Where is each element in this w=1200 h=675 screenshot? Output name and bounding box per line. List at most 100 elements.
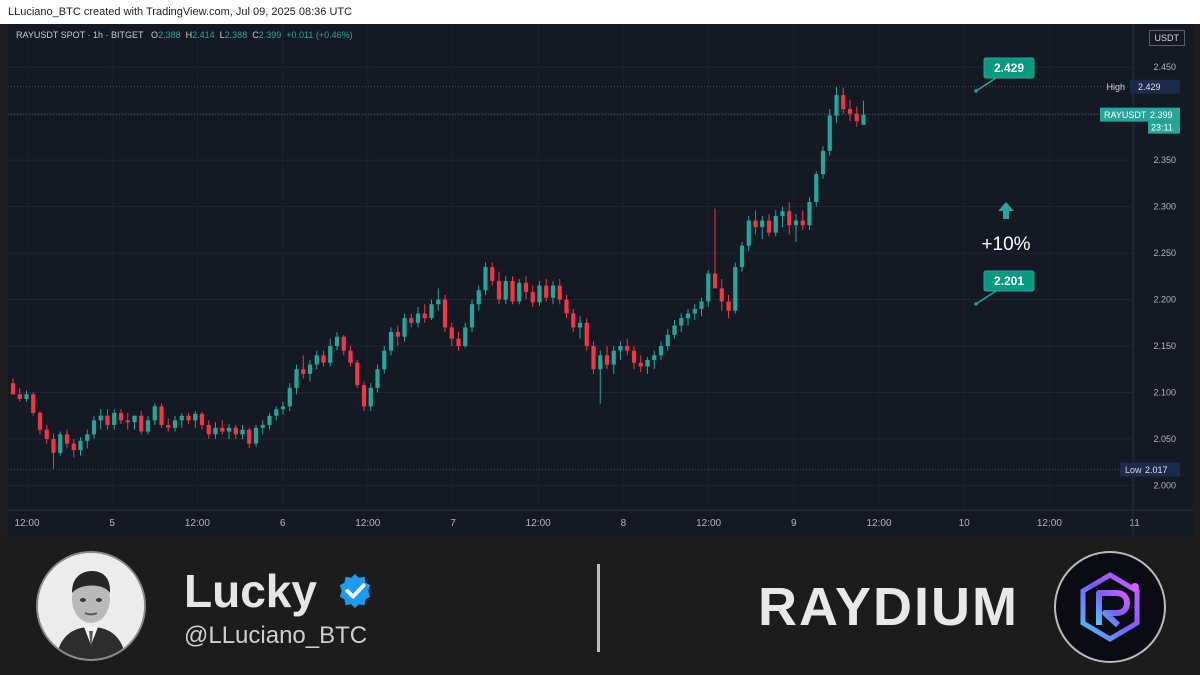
footer-banner: Lucky @LLuciano_BTC RAYDIUM bbox=[0, 538, 1200, 675]
candle-body bbox=[483, 267, 488, 291]
candle-body bbox=[436, 299, 441, 305]
candle-body bbox=[618, 346, 623, 351]
candle-body bbox=[186, 415, 191, 421]
brand-name: RAYDIUM bbox=[758, 577, 1020, 637]
candle-body bbox=[537, 285, 542, 303]
low-label-text: Low bbox=[1125, 465, 1142, 475]
candle-body bbox=[679, 318, 684, 326]
candle-body bbox=[496, 280, 502, 300]
price-chart[interactable]: 2.000 2.050 2.100 2.150 2.200 2.250 2.300 2.350… bbox=[8, 24, 1193, 536]
attribution-bar: LLuciano_BTC created with TradingView.co… bbox=[0, 0, 1200, 24]
candle-body bbox=[172, 420, 178, 428]
candle-body bbox=[226, 427, 232, 432]
x-tick-label: 12:00 bbox=[14, 518, 39, 529]
candle-body bbox=[753, 220, 758, 228]
candle-body bbox=[550, 285, 556, 298]
y-tick-label: 2.250 bbox=[1153, 248, 1176, 258]
candle-body bbox=[800, 220, 805, 226]
candle-body bbox=[375, 369, 380, 388]
candle-body bbox=[51, 438, 56, 453]
candle-body bbox=[469, 304, 475, 328]
candle-body bbox=[571, 313, 576, 328]
candle-body bbox=[476, 290, 481, 305]
candle-body bbox=[10, 383, 16, 395]
candle-body bbox=[712, 273, 718, 289]
candle-body bbox=[233, 427, 238, 435]
candle-body bbox=[706, 273, 711, 302]
candle-body bbox=[510, 280, 515, 302]
y-tick-label: 2.350 bbox=[1153, 155, 1176, 165]
candle-body bbox=[611, 350, 616, 365]
chart-panel[interactable]: 2.000 2.050 2.100 2.150 2.200 2.250 2.300 2.350… bbox=[8, 24, 1193, 536]
candle-body bbox=[665, 334, 670, 347]
y-tick-label: 2.150 bbox=[1153, 341, 1176, 351]
candle-body bbox=[294, 369, 299, 388]
low-value-text: 2.017 bbox=[1145, 465, 1168, 475]
candle-body bbox=[321, 355, 326, 363]
candle-body bbox=[793, 220, 799, 226]
candle-body bbox=[139, 415, 144, 432]
footer-divider bbox=[597, 564, 600, 652]
candle-body bbox=[193, 413, 198, 421]
candle-body bbox=[388, 332, 394, 351]
candle-body bbox=[44, 429, 49, 439]
candle-body bbox=[699, 301, 704, 309]
candle-body bbox=[159, 406, 164, 426]
candle-body bbox=[739, 245, 745, 268]
candle-body bbox=[368, 387, 373, 407]
symbol-info-line: RAYUSDT SPOT · 1h · BITGET O2.388 H2.414… bbox=[16, 30, 353, 40]
candle-body bbox=[31, 394, 36, 413]
candle-body bbox=[645, 359, 650, 367]
candle-body bbox=[766, 220, 772, 233]
candle-body bbox=[166, 425, 171, 428]
currency-selector[interactable]: USDT bbox=[1148, 30, 1185, 46]
candle-body bbox=[787, 211, 792, 226]
candle-body bbox=[78, 440, 83, 451]
candle-body bbox=[503, 280, 508, 300]
candle-body bbox=[658, 346, 664, 356]
candle-body bbox=[206, 425, 211, 435]
high-value: 2.414 bbox=[192, 30, 215, 40]
candle-body bbox=[415, 313, 421, 323]
candle-body bbox=[517, 282, 522, 302]
candle-body bbox=[179, 415, 184, 421]
candle-body bbox=[220, 427, 225, 432]
candle-body bbox=[733, 267, 738, 311]
candle-body bbox=[827, 115, 832, 151]
author-handle: @LLuciano_BTC bbox=[184, 622, 368, 649]
author-name: Lucky bbox=[184, 565, 317, 617]
candle-body bbox=[523, 282, 529, 293]
change-percent-text: +10% bbox=[981, 234, 1030, 255]
y-tick-label: 2.050 bbox=[1153, 434, 1176, 444]
candle-body bbox=[314, 355, 319, 365]
candle-body bbox=[719, 288, 724, 302]
candle-body bbox=[199, 413, 205, 426]
x-tick-label: 6 bbox=[280, 518, 286, 529]
candle-body bbox=[37, 412, 43, 430]
x-tick-label: 10 bbox=[959, 518, 971, 529]
close-value: 2.399 bbox=[258, 30, 282, 40]
candle-body bbox=[341, 336, 346, 351]
candle-body bbox=[652, 355, 657, 360]
x-tick-label: 12:00 bbox=[355, 518, 380, 529]
x-tick-label: 12:00 bbox=[696, 518, 721, 529]
x-tick-label: 9 bbox=[791, 518, 797, 529]
candle-body bbox=[422, 313, 427, 319]
last-label-text: RAYUSDT bbox=[1104, 110, 1147, 120]
low-value: 2.388 bbox=[224, 30, 248, 40]
candle-body bbox=[429, 304, 434, 319]
candle-body bbox=[847, 109, 853, 114]
y-tick-label: 2.000 bbox=[1153, 480, 1176, 490]
x-tick-label: 12:00 bbox=[526, 518, 551, 529]
candle-body bbox=[834, 95, 839, 116]
candle-body bbox=[17, 394, 22, 399]
candle-body bbox=[307, 364, 313, 374]
candle-body bbox=[395, 332, 400, 337]
candle-body bbox=[58, 434, 63, 453]
last-value-text: 2.399 bbox=[1150, 110, 1173, 120]
y-tick-label: 2.200 bbox=[1153, 295, 1176, 305]
top-callout-dot bbox=[974, 89, 978, 93]
candle-body bbox=[780, 211, 785, 216]
candle-body bbox=[604, 355, 610, 365]
x-tick-label: 12:00 bbox=[866, 518, 891, 529]
